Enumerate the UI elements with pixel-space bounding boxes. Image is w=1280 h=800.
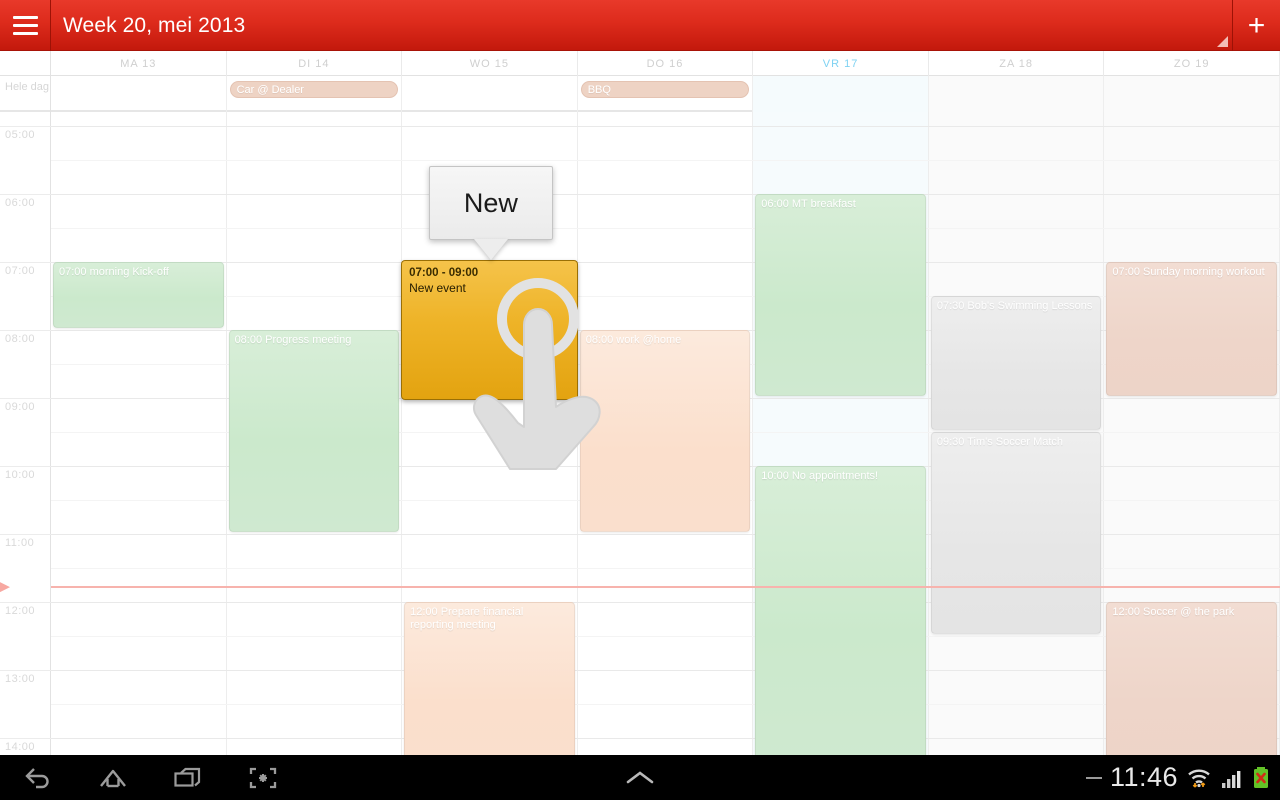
calendar-event[interactable]: 08:00 work @home [579, 330, 751, 532]
add-event-button[interactable]: + [1232, 0, 1280, 51]
screenshot-button[interactable] [225, 755, 300, 800]
home-button[interactable] [75, 755, 150, 800]
gutter-gridline [0, 670, 51, 671]
half-hour-gridline [51, 636, 1280, 637]
day-header-do-16[interactable]: DO 16 [578, 51, 754, 76]
resize-handle-icon[interactable] [1217, 36, 1228, 47]
all-day-cell[interactable] [1104, 76, 1280, 112]
hour-gridline [51, 738, 1280, 739]
gutter-gridline [0, 738, 51, 739]
gutter-gridline [0, 602, 51, 603]
hour-gridline [51, 126, 1280, 127]
collapse-dash-icon [1085, 776, 1102, 779]
new-event-block[interactable]: 07:00 - 09:00 New event [401, 260, 578, 400]
gutter-gridline [0, 126, 51, 127]
hour-label: 08:00 [5, 333, 36, 345]
nav-button-group [0, 755, 300, 800]
day-header-ma-13[interactable]: MA 13 [51, 51, 227, 76]
gutter-gridline [0, 330, 51, 331]
day-header-row: MA 13 DI 14 WO 15 DO 16 VR 17 ZA 18 ZO 19 [0, 51, 1280, 76]
gutter-gridline [0, 466, 51, 467]
hamburger-menu-icon [12, 16, 38, 35]
battery-error-icon [1254, 766, 1268, 788]
all-day-row: Hele dag Car @ Dealer BBQ [0, 76, 1280, 112]
hour-label: 10:00 [5, 469, 36, 481]
calendar-event[interactable]: 06:00 MT breakfast [755, 194, 926, 396]
hour-label: 11:00 [5, 537, 35, 549]
day-header-vr-17[interactable]: VR 17 [753, 51, 929, 76]
status-group[interactable]: 11:46 [1085, 755, 1270, 800]
gutter-gridline [0, 194, 51, 195]
hour-label: 14:00 [5, 741, 36, 753]
calendar-event[interactable]: 07:00 morning Kick-off [53, 262, 224, 328]
calendar-event[interactable]: 12:00 Prepare financial reporting meetin… [404, 602, 575, 755]
hour-label: 06:00 [5, 197, 36, 209]
all-day-cell[interactable] [753, 76, 929, 112]
day-header-wo-15[interactable]: WO 15 [402, 51, 578, 76]
hour-label: 07:00 [5, 265, 36, 277]
half-hour-gridline [51, 704, 1280, 705]
hour-label: 09:00 [5, 401, 36, 413]
current-time-line [51, 586, 1280, 589]
new-event-callout: New [428, 166, 553, 240]
day-header-gutter [0, 51, 51, 76]
calendar-event[interactable]: 10:00 No appointments! [755, 466, 926, 755]
status-clock: 11:46 [1109, 762, 1178, 792]
recent-apps-button[interactable] [150, 755, 225, 800]
gutter-gridline [0, 262, 51, 263]
expand-system-bar-button[interactable] [613, 755, 667, 800]
half-hour-gridline [51, 228, 1280, 229]
wifi-icon [1188, 769, 1210, 788]
callout-tail-icon [473, 239, 508, 260]
all-day-event[interactable]: BBQ [580, 81, 750, 98]
calendar-event[interactable]: 07:30 Bob's Swimming Lessons [930, 296, 1102, 430]
screenshot-icon [249, 767, 276, 788]
time-grid[interactable]: 05:00 06:00 07:00 08:00 09:00 10:00 11:00 12:00… [0, 112, 1280, 755]
day-header-di-14[interactable]: DI 14 [227, 51, 403, 76]
day-header-za-18[interactable]: ZA 18 [929, 51, 1105, 76]
day-header-zo-19[interactable]: ZO 19 [1104, 51, 1280, 76]
all-day-cell[interactable] [928, 76, 1105, 112]
cellular-signal-icon [1222, 770, 1241, 788]
gutter-gridline [0, 398, 51, 399]
system-navigation-bar: 11:46 [0, 755, 1280, 800]
hamburger-menu-button[interactable] [0, 0, 51, 51]
page-title: Week 20, mei 2013 [63, 14, 246, 37]
all-day-cell[interactable] [402, 76, 578, 112]
all-day-label: Hele dag [0, 76, 51, 112]
time-gutter: 05:00 06:00 07:00 08:00 09:00 10:00 11:00 12:00… [0, 112, 51, 755]
new-event-title: New event [409, 281, 466, 295]
home-icon [99, 769, 126, 787]
calendar-event[interactable]: 08:00 Progress meeting [228, 330, 400, 532]
chevron-up-icon [626, 770, 654, 783]
calendar-event[interactable]: 12:00 Soccer @ the park [1106, 602, 1277, 755]
new-event-time: 07:00 - 09:00 [409, 267, 479, 279]
calendar-week-view: Week 20, mei 2013 + MA 13 DI 14 WO 15 DO 16… [0, 0, 1280, 800]
action-bar: Week 20, mei 2013 + [0, 0, 1280, 51]
back-button[interactable] [0, 755, 75, 800]
calendar-event[interactable]: 09:30 Tim's Soccer Match [930, 432, 1102, 634]
half-hour-gridline [51, 160, 1280, 161]
day-column[interactable] [51, 112, 227, 755]
gutter-gridline [0, 534, 51, 535]
calendar-event[interactable]: 07:00 Sunday morning workout [1106, 262, 1277, 396]
hour-label: 12:00 [5, 605, 36, 617]
recent-apps-icon [173, 767, 200, 787]
hour-label: 05:00 [5, 129, 36, 141]
hour-gridline [51, 670, 1280, 671]
hour-gridline [51, 194, 1280, 195]
all-day-event[interactable]: Car @ Dealer [229, 81, 399, 98]
back-icon [24, 767, 49, 788]
hour-gridline [51, 262, 1280, 263]
all-day-cell[interactable] [51, 76, 227, 112]
hour-label: 13:00 [5, 673, 36, 685]
